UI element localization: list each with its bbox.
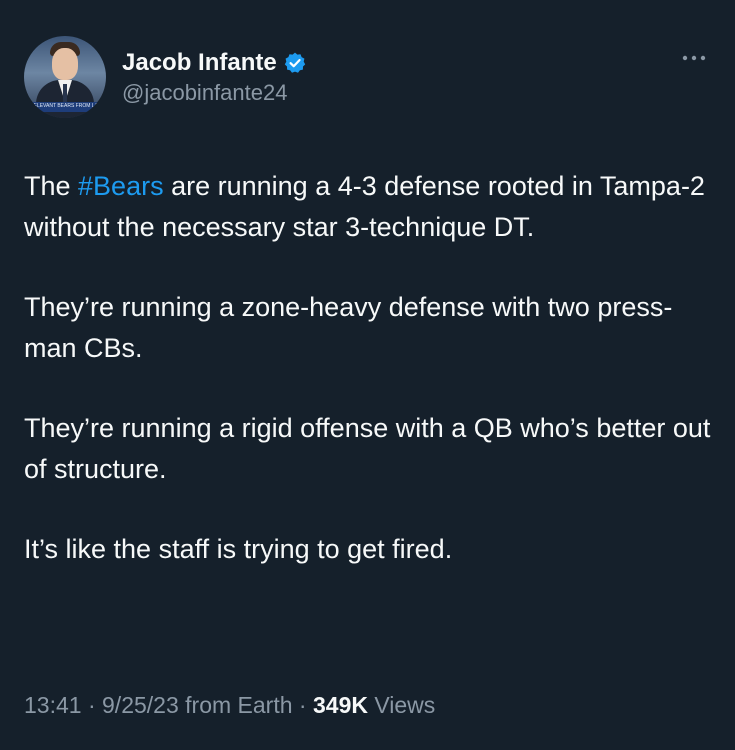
avatar-face bbox=[52, 48, 78, 80]
text-segment: The bbox=[24, 171, 79, 201]
avatar-banner-text: RELEVANT BEARS FROM LAST bbox=[30, 103, 105, 109]
tweet-time: 13:41 bbox=[24, 692, 82, 718]
avatar-tie bbox=[63, 84, 67, 102]
tweet-header: RELEVANT BEARS FROM LAST Jacob Infante @… bbox=[24, 36, 714, 118]
views-count: 349K bbox=[312, 692, 368, 718]
hashtag-link[interactable]: #Bears bbox=[78, 171, 164, 201]
more-options-icon[interactable] bbox=[681, 50, 707, 61]
tweet-paragraph: The #Bears are running a 4-3 defense roo… bbox=[24, 166, 714, 247]
name-row: Jacob Infante bbox=[122, 49, 307, 77]
meta-separator: · bbox=[292, 692, 313, 718]
tweet-time-link[interactable]: 13:41 · 9/25/23 bbox=[24, 692, 179, 718]
text-segment: They’re running a zone-heavy defense wit… bbox=[24, 292, 673, 363]
avatar[interactable]: RELEVANT BEARS FROM LAST bbox=[24, 36, 106, 118]
text-segment: It’s like the staff is trying to get fir… bbox=[24, 534, 453, 564]
tweet-source: from Earth bbox=[178, 692, 293, 718]
tweet-paragraph: It’s like the staff is trying to get fir… bbox=[24, 529, 714, 570]
views-label: Views bbox=[367, 692, 436, 718]
verified-badge-icon bbox=[283, 51, 307, 75]
author-names: Jacob Infante @jacobinfante24 bbox=[122, 49, 307, 106]
text-segment: They’re running a rigid offense with a Q… bbox=[24, 413, 711, 484]
display-name[interactable]: Jacob Infante bbox=[122, 49, 277, 77]
tweet-paragraph: They’re running a rigid offense with a Q… bbox=[24, 408, 714, 489]
tweet-date: 9/25/23 bbox=[102, 692, 179, 718]
handle[interactable]: @jacobinfante24 bbox=[122, 80, 307, 106]
tweet-meta: 13:41 · 9/25/23 from Earth · 349K Views bbox=[24, 692, 435, 719]
tweet-paragraph: They’re running a zone-heavy defense wit… bbox=[24, 287, 714, 368]
meta-separator: · bbox=[81, 692, 103, 718]
views-link[interactable]: 349K Views bbox=[313, 692, 435, 718]
tweet-text: The #Bears are running a 4-3 defense roo… bbox=[24, 166, 714, 570]
